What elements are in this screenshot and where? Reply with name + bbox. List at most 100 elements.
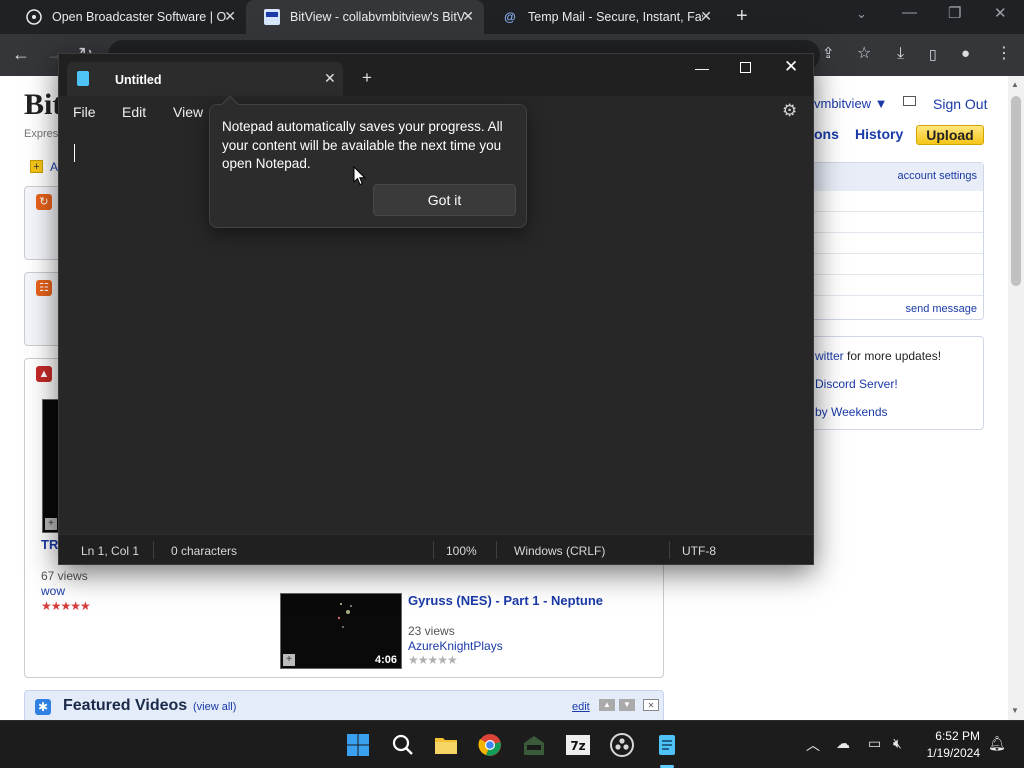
news-link[interactable]: by Weekends (815, 405, 888, 419)
site-logo[interactable]: Bit (24, 88, 62, 122)
account-row (803, 191, 983, 212)
menu-view[interactable]: View (173, 104, 203, 120)
refresh-box-icon: ↻ (36, 194, 52, 210)
move-down-icon[interactable]: ▼ (619, 699, 635, 711)
featured-star-icon: ✱ (35, 699, 51, 715)
news-line: witter for more updates! (815, 349, 941, 363)
onedrive-cloud-icon[interactable]: ☁ (836, 735, 850, 752)
notepad-taskbar-icon[interactable] (655, 733, 679, 757)
view-all-link[interactable]: (view all) (193, 701, 236, 713)
restore-icon[interactable]: ❐ (948, 4, 961, 22)
news-line: by Weekends (815, 405, 888, 419)
obs-app-icon[interactable] (610, 733, 634, 757)
download-icon[interactable]: ⤓ (897, 43, 904, 65)
menu-file[interactable]: File (73, 104, 96, 120)
notepad-titlebar[interactable]: Untitled ✕ + — ✕ (59, 54, 813, 96)
news-link[interactable]: witter (815, 349, 844, 363)
news-line: Discord Server! (815, 377, 898, 391)
status-divider (496, 541, 497, 559)
minimize-icon[interactable]: — (902, 4, 917, 21)
tab-label: Open Broadcaster Software | OBS (52, 10, 227, 24)
7zip-icon[interactable]: 7z (566, 733, 590, 757)
back-icon[interactable]: ← (12, 43, 30, 65)
menu-edit[interactable]: Edit (122, 104, 146, 120)
scroll-down-arrow-icon[interactable]: ▼ (1011, 706, 1019, 715)
sign-out-link[interactable]: Sign Out (933, 96, 987, 112)
account-row (803, 233, 983, 254)
video-uploader[interactable]: wow (41, 584, 65, 598)
encoding[interactable]: UTF-8 (682, 544, 716, 558)
add-to-queue-icon[interactable]: + (45, 518, 57, 530)
account-settings-link[interactable]: account settings (898, 170, 978, 182)
rating-stars: ★★★★★ (41, 599, 91, 613)
rating-stars: ★★★★★ (408, 653, 458, 667)
start-windows-icon[interactable] (346, 733, 370, 757)
video-uploader[interactable]: AzureKnightPlays (408, 639, 503, 653)
page-scrollbar-thumb[interactable] (1011, 96, 1021, 286)
add-label[interactable]: A (50, 160, 58, 174)
news-link[interactable]: Discord Server! (815, 377, 898, 391)
line-endings[interactable]: Windows (CRLF) (514, 544, 605, 558)
zoom-level[interactable]: 100% (446, 544, 477, 558)
clock-date[interactable]: 1/19/2024 (916, 746, 980, 760)
notification-bell-icon[interactable]: 🔔︎ (988, 735, 1006, 752)
account-panel: account settings send message (802, 162, 984, 320)
notepad-app-icon (77, 71, 89, 86)
send-message-link[interactable]: send message (905, 303, 977, 315)
menu-kebab-icon[interactable]: ⋮ (996, 43, 1012, 65)
network-icon[interactable]: ▭ (868, 735, 881, 752)
status-divider (153, 541, 154, 559)
close-tab-icon[interactable]: ✕ (324, 70, 336, 87)
tip-message: Notepad automatically saves your progres… (222, 119, 503, 171)
close-icon[interactable]: ✕ (224, 8, 236, 25)
video-thumbnail[interactable]: + 4:06 (280, 593, 402, 669)
account-row (803, 254, 983, 275)
bookmark-star-icon[interactable]: ☆ (857, 43, 871, 65)
show-hidden-icons-chevron-icon[interactable]: ︿ (806, 735, 820, 755)
at-sign-icon: @ (504, 10, 516, 24)
move-up-icon[interactable]: ▲ (599, 699, 615, 711)
status-divider (669, 541, 670, 559)
upload-button[interactable]: Upload (916, 125, 984, 145)
add-to-queue-icon[interactable]: + (283, 654, 295, 666)
video-title[interactable]: Gyruss (NES) - Part 1 - Neptune (408, 593, 603, 608)
remove-icon[interactable]: ✕ (643, 699, 659, 711)
close-window-icon[interactable]: ✕ (994, 4, 1007, 22)
featured-title: Featured Videos (63, 697, 188, 714)
chrome-icon[interactable] (478, 733, 502, 757)
tab-temp-mail[interactable]: @ Temp Mail - Secure, Instant, Fast ✕ (484, 0, 722, 34)
close-window-icon[interactable]: ✕ (784, 57, 798, 77)
volume-muted-icon[interactable]: 🔇︎ (893, 735, 902, 752)
scroll-up-arrow-icon[interactable]: ▲ (1011, 80, 1019, 89)
edit-link[interactable]: edit (572, 701, 590, 713)
notepad-tab[interactable]: Untitled ✕ (67, 62, 343, 96)
nav-history-link[interactable]: History (855, 126, 903, 142)
friends-box-icon: ☷ (36, 280, 52, 296)
clock-time[interactable]: 6:52 PM (924, 729, 980, 743)
tab-obs[interactable]: Open Broadcaster Software | OBS ✕ (8, 0, 246, 34)
add-icon[interactable]: + (30, 160, 43, 173)
profile-icon[interactable]: ● (961, 43, 970, 65)
minimize-icon[interactable]: — (695, 60, 709, 76)
settings-gear-icon[interactable]: ⚙ (782, 101, 797, 121)
maximize-icon[interactable] (740, 62, 751, 73)
username-menu[interactable]: vmbitview ▼ (814, 96, 888, 111)
close-icon[interactable]: ✕ (700, 8, 712, 25)
nav-subscriptions-link[interactable]: ons (814, 126, 839, 142)
new-tab-plus-icon[interactable]: + (362, 68, 372, 88)
share-icon[interactable]: ⇪ (822, 43, 835, 65)
close-icon[interactable]: ✕ (462, 8, 474, 25)
video-title[interactable]: TR (41, 537, 58, 552)
news-panel: witter for more updates! Discord Server!… (802, 336, 984, 430)
autosave-tip-popup: Notepad automatically saves your progres… (209, 95, 527, 228)
file-explorer-icon[interactable] (434, 733, 458, 757)
account-row (803, 275, 983, 296)
search-icon[interactable] (391, 733, 415, 757)
mail-icon[interactable] (903, 96, 916, 106)
got-it-button[interactable]: Got it (373, 184, 516, 216)
new-tab-button[interactable]: + (736, 5, 748, 28)
side-panel-icon[interactable]: ▯ (929, 43, 937, 65)
tab-bitview[interactable]: BitView - collabvmbitview's BitView ✕ (246, 0, 484, 34)
tab-search-icon[interactable]: ⌄ (856, 6, 867, 22)
bitview-app-icon[interactable] (522, 733, 546, 757)
